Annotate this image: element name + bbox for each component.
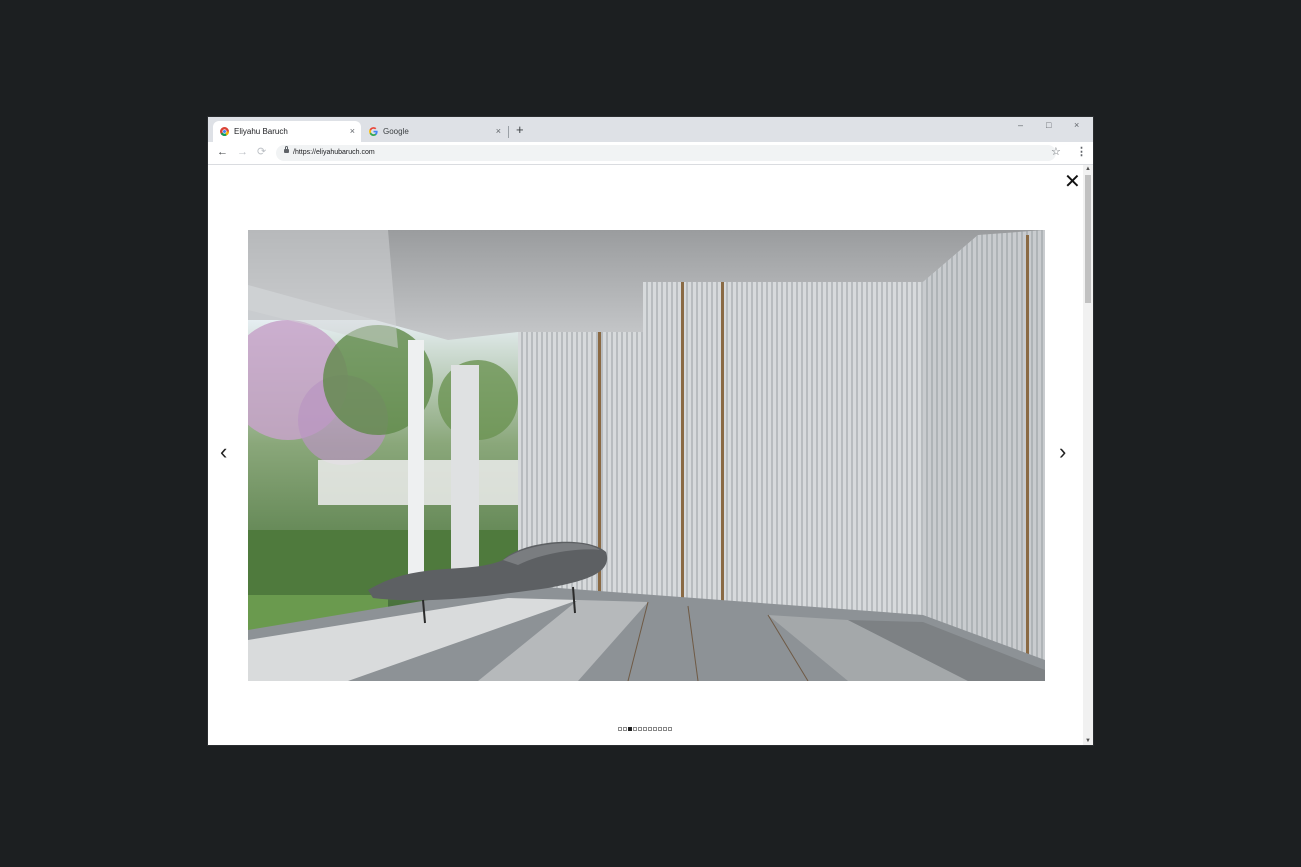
- close-window-button[interactable]: ×: [1074, 120, 1079, 130]
- tab-title: Eliyahu Baruch: [234, 127, 288, 136]
- tab-close-button[interactable]: ×: [496, 126, 501, 136]
- slide-dot[interactable]: [618, 727, 622, 731]
- slide-dot[interactable]: [658, 727, 662, 731]
- maximize-button[interactable]: □: [1046, 120, 1051, 130]
- slide-dot[interactable]: [668, 727, 672, 731]
- browser-window: Eliyahu Baruch × Google × + – □ × ← → ⟳ …: [208, 117, 1093, 745]
- url-text: /https://eliyahubaruch.com: [293, 149, 375, 156]
- interior-render-image: [248, 230, 1045, 681]
- browser-toolbar: ← → ⟳ /https://eliyahubaruch.com ☆ ⋮: [208, 142, 1093, 165]
- address-bar[interactable]: /https://eliyahubaruch.com: [276, 145, 1056, 161]
- tab-separator: [508, 126, 509, 138]
- slide-dot[interactable]: [628, 727, 632, 731]
- slide-dot[interactable]: [643, 727, 647, 731]
- browser-menu-button[interactable]: ⋮: [1076, 145, 1087, 159]
- tab-strip: Eliyahu Baruch × Google × + – □ ×: [208, 117, 1093, 142]
- tab-title: Google: [383, 127, 409, 136]
- next-slide-button[interactable]: ›: [1059, 440, 1066, 464]
- lightbox-close-button[interactable]: ✕: [1064, 172, 1081, 192]
- slide-indicators: [618, 727, 672, 731]
- slide-dot[interactable]: [663, 727, 667, 731]
- previous-slide-button[interactable]: ‹: [220, 440, 227, 464]
- reload-button[interactable]: ⟳: [257, 145, 266, 159]
- chrome-icon: [220, 127, 229, 136]
- tab-google[interactable]: Google ×: [362, 121, 507, 142]
- slide-dot[interactable]: [638, 727, 642, 731]
- scroll-up-arrow-icon[interactable]: ▲: [1085, 166, 1091, 172]
- new-tab-button[interactable]: +: [516, 123, 524, 137]
- bookmark-star-icon[interactable]: ☆: [1051, 145, 1061, 159]
- scroll-down-arrow-icon[interactable]: ▼: [1085, 738, 1091, 744]
- scrollbar[interactable]: ▲ ▼: [1083, 165, 1093, 745]
- lock-icon: [284, 146, 289, 153]
- tab-close-button[interactable]: ×: [350, 126, 355, 136]
- slide-dot[interactable]: [648, 727, 652, 731]
- slide-dot[interactable]: [653, 727, 657, 731]
- forward-button[interactable]: →: [237, 145, 248, 159]
- page-viewport: ✕ ‹ › ▲ ▼: [208, 165, 1093, 745]
- slide-dot[interactable]: [623, 727, 627, 731]
- gallery-image: [248, 230, 1045, 681]
- minimize-button[interactable]: –: [1018, 120, 1023, 130]
- slide-dot[interactable]: [633, 727, 637, 731]
- tab-eliyahu-baruch[interactable]: Eliyahu Baruch ×: [213, 121, 361, 142]
- back-button[interactable]: ←: [217, 145, 228, 159]
- scrollbar-thumb[interactable]: [1085, 175, 1091, 303]
- google-icon: [369, 127, 378, 136]
